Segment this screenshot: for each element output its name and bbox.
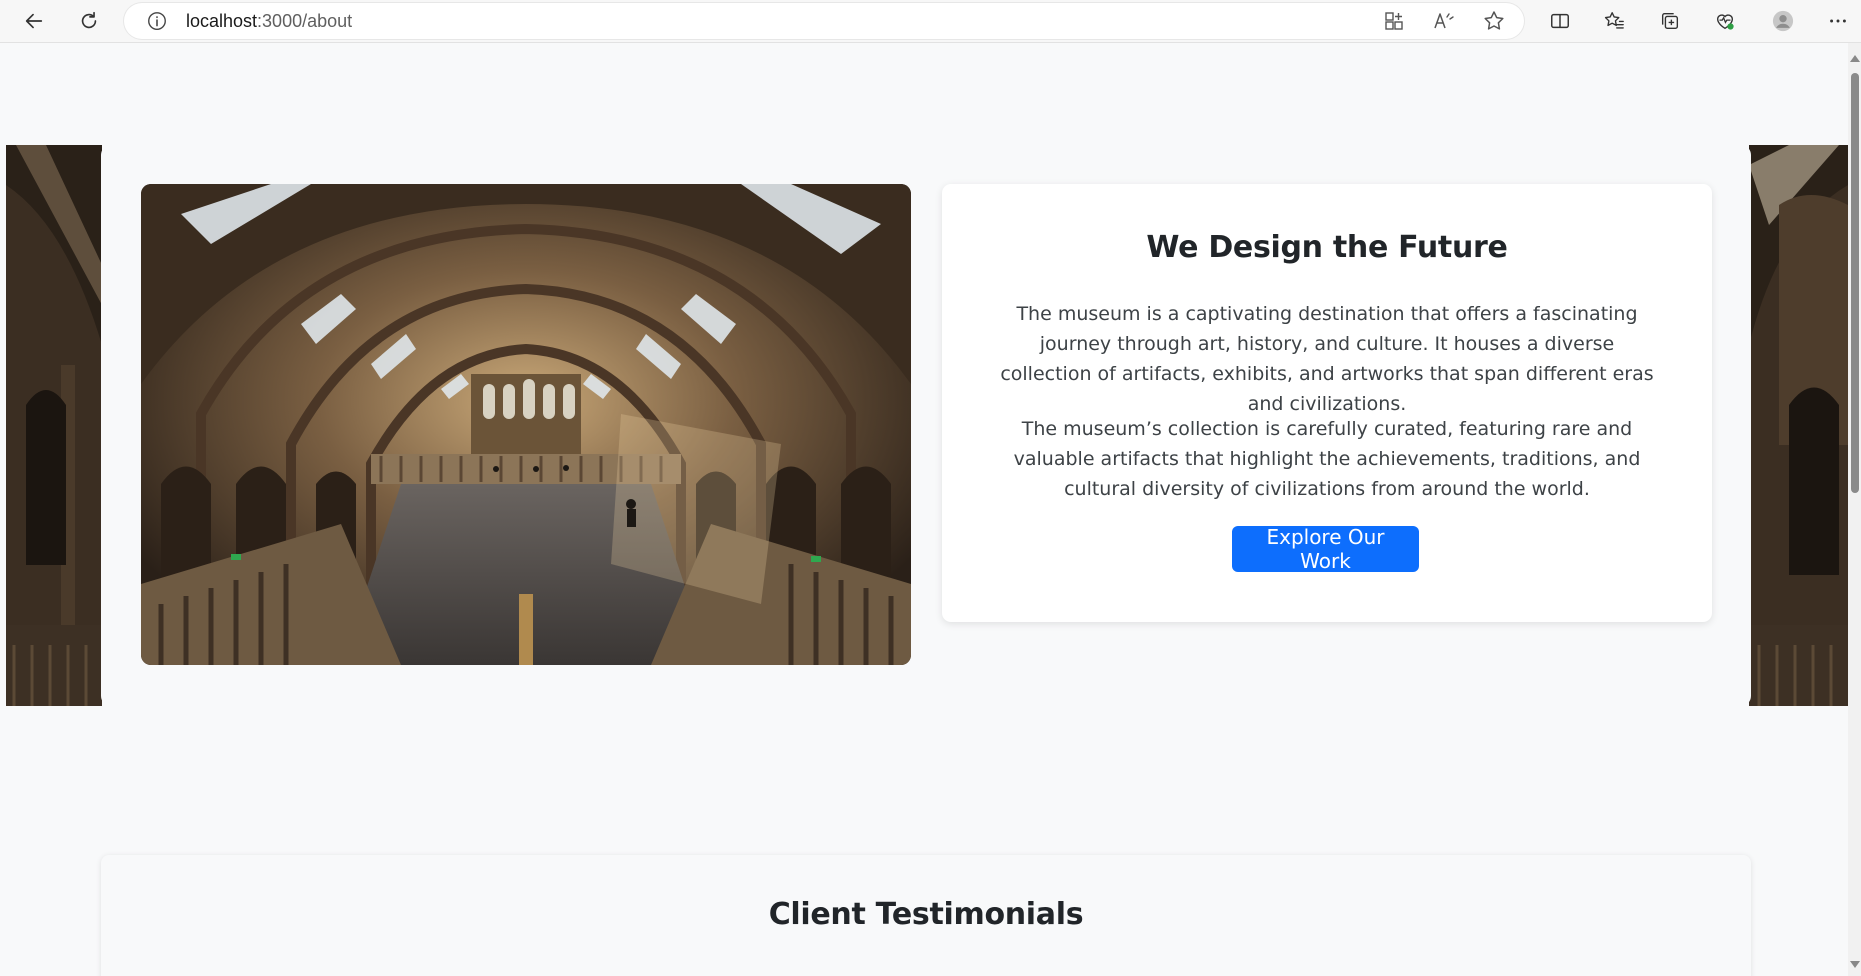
hero-title: We Design the Future: [1146, 230, 1508, 265]
profile-avatar-icon[interactable]: [1767, 5, 1799, 37]
browser-toolbar: localhost:3000/about: [0, 0, 1861, 43]
url-text[interactable]: localhost:3000/about: [186, 11, 352, 32]
testimonials-section: Client Testimonials: [101, 855, 1751, 976]
url-host: localhost: [186, 11, 258, 31]
address-bar[interactable]: localhost:3000/about: [124, 3, 1524, 39]
page-viewport: We Design the Future The museum is a cap…: [0, 43, 1848, 976]
explore-our-work-button[interactable]: Explore Our Work: [1232, 525, 1419, 573]
page-scrollbar[interactable]: [1848, 43, 1861, 976]
refresh-icon[interactable]: [73, 5, 105, 37]
back-arrow-icon[interactable]: [18, 5, 50, 37]
museum-hall-illustration: [141, 184, 911, 665]
about-text-card: We Design the Future The museum is a cap…: [942, 184, 1712, 622]
split-screen-icon[interactable]: [1544, 5, 1576, 37]
hero-background-strip-right: [1749, 145, 1848, 706]
about-hero-section: We Design the Future The museum is a cap…: [101, 145, 1751, 706]
favorites-icon[interactable]: [1598, 5, 1630, 37]
read-aloud-icon[interactable]: [1432, 9, 1456, 33]
more-menu-icon[interactable]: [1822, 5, 1854, 37]
browser-essentials-icon[interactable]: [1709, 5, 1741, 37]
scroll-up-arrow-icon[interactable]: [1850, 55, 1860, 62]
scroll-down-arrow-icon[interactable]: [1850, 961, 1860, 968]
hero-paragraph-1: The museum is a captivating destination …: [1000, 303, 1654, 415]
scroll-thumb[interactable]: [1851, 73, 1859, 493]
info-icon[interactable]: [146, 10, 168, 32]
testimonials-title: Client Testimonials: [768, 897, 1084, 932]
url-path: :3000/about: [257, 11, 353, 31]
app-available-icon[interactable]: [1382, 9, 1406, 33]
collections-icon[interactable]: [1654, 5, 1686, 37]
museum-hall-photo: [141, 184, 911, 665]
hero-paragraph-2: The museum’s collection is carefully cur…: [1013, 418, 1641, 500]
star-icon[interactable]: [1482, 9, 1506, 33]
hero-background-strip-left: [6, 145, 102, 706]
